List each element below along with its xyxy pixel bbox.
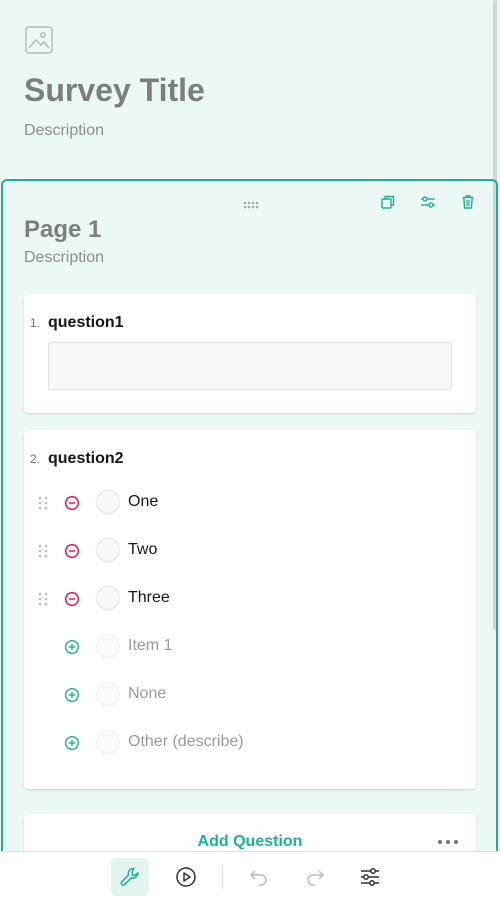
add-choice-icon[interactable]	[64, 639, 80, 655]
radio-button	[96, 730, 120, 754]
question-number: 1.	[30, 316, 41, 330]
redo-icon[interactable]	[296, 858, 334, 896]
drag-grip-icon[interactable]	[38, 496, 48, 510]
question-title[interactable]: question1	[48, 314, 124, 332]
remove-choice-icon[interactable]	[64, 495, 80, 511]
radio-button[interactable]	[96, 586, 120, 610]
drag-grip-icon[interactable]	[38, 544, 48, 558]
preview-icon[interactable]	[167, 858, 205, 896]
page-description[interactable]: Description	[24, 249, 104, 267]
survey-title[interactable]: Survey Title	[24, 72, 205, 109]
add-choice-icon[interactable]	[64, 687, 80, 703]
page-actions	[376, 193, 480, 211]
question-number: 2.	[30, 452, 41, 466]
radio-button[interactable]	[96, 490, 120, 514]
designer-icon[interactable]	[111, 858, 149, 896]
choice-item: Three	[24, 582, 476, 614]
image-icon[interactable]	[24, 25, 54, 55]
settings-icon[interactable]	[416, 193, 440, 211]
radio-button	[96, 634, 120, 658]
add-question-button[interactable]: Add Question	[24, 833, 476, 851]
question-title[interactable]: question2	[48, 450, 124, 468]
choice-label[interactable]: Two	[128, 541, 157, 559]
choice-item-placeholder: Item 1	[24, 630, 476, 662]
radio-button[interactable]	[96, 538, 120, 562]
duplicate-icon[interactable]	[376, 193, 400, 211]
choice-label[interactable]: One	[128, 493, 158, 511]
drag-grip-icon[interactable]	[38, 592, 48, 606]
remove-choice-icon[interactable]	[64, 591, 80, 607]
choice-placeholder-label[interactable]: Item 1	[128, 637, 172, 655]
question-card-1[interactable]: 1. question1	[24, 294, 476, 413]
bottom-toolbar	[0, 851, 500, 900]
choice-item: Two	[24, 534, 476, 566]
toolbar-separator	[222, 865, 223, 889]
delete-icon[interactable]	[456, 193, 480, 211]
choice-item-other: Other (describe)	[24, 726, 476, 758]
choice-label[interactable]: Three	[128, 589, 170, 607]
choice-placeholder-label[interactable]: Other (describe)	[128, 733, 244, 751]
choice-placeholder-label[interactable]: None	[128, 685, 166, 703]
choice-item-none: None	[24, 678, 476, 710]
remove-choice-icon[interactable]	[64, 543, 80, 559]
radio-button	[96, 682, 120, 706]
survey-description[interactable]: Description	[24, 122, 104, 140]
settings-icon[interactable]	[351, 858, 389, 896]
add-choice-icon[interactable]	[64, 735, 80, 751]
choice-item: One	[24, 486, 476, 518]
undo-icon[interactable]	[240, 858, 278, 896]
question-card-2[interactable]: 2. question2 One Two Three Item 1 None O…	[24, 430, 476, 789]
page-title[interactable]: Page 1	[24, 216, 101, 244]
question1-text-input[interactable]	[48, 342, 452, 390]
more-options-icon[interactable]	[438, 834, 458, 850]
page-drag-handle-icon[interactable]	[243, 196, 259, 209]
